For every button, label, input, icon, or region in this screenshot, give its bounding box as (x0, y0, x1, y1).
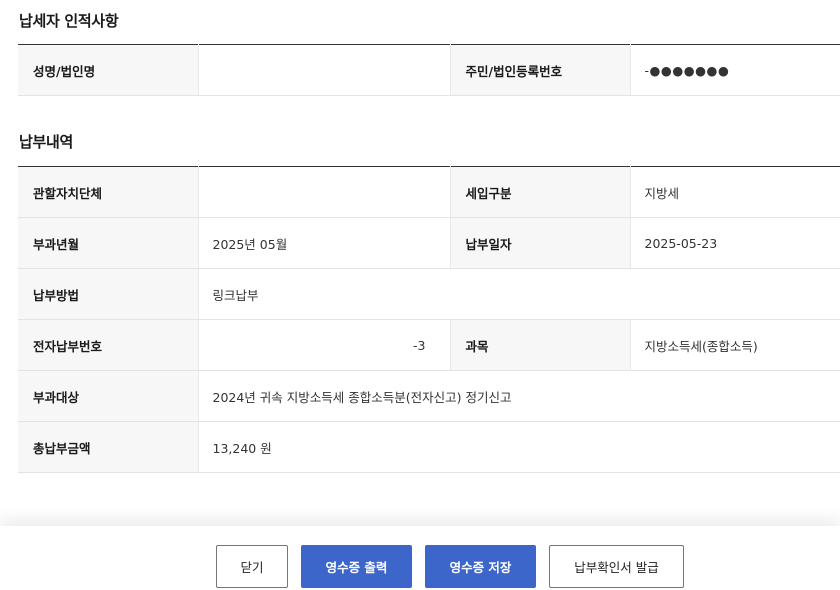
tax-type-label: 세입구분 (450, 166, 631, 218)
target-label: 부과대상 (18, 370, 199, 422)
taxpayer-table: 성명/법인명 주민/법인등록번호 -●●●●●●● (18, 44, 840, 96)
epay-number-label: 전자납부번호 (18, 319, 199, 371)
pay-date-label: 납부일자 (450, 217, 631, 269)
payment-table: 관할자치단체 세입구분 지방세 부과년월 2025년 05월 납부일자 2025… (18, 166, 840, 473)
table-row: 부과년월 2025년 05월 납부일자 2025-05-23 (18, 217, 840, 269)
name-value (198, 44, 451, 96)
table-row: 성명/법인명 주민/법인등록번호 -●●●●●●● (18, 44, 840, 96)
table-row: 납부방법 링크납부 (18, 268, 840, 320)
id-number-value: -●●●●●●● (630, 44, 840, 96)
total-amount-label: 총납부금액 (18, 421, 199, 473)
table-row: 부과대상 2024년 귀속 지방소득세 종합소득분(전자신고) 정기신고 (18, 370, 840, 422)
method-value: 링크납부 (198, 268, 840, 320)
table-row: 관할자치단체 세입구분 지방세 (18, 166, 840, 218)
item-label: 과목 (450, 319, 631, 371)
levy-month-value: 2025년 05월 (198, 217, 451, 269)
table-row: 전자납부번호 -3 과목 지방소득세(종합소득) (18, 319, 840, 371)
name-label: 성명/법인명 (18, 44, 199, 96)
close-button[interactable]: 닫기 (216, 545, 288, 588)
id-number-label: 주민/법인등록번호 (450, 44, 631, 96)
total-amount-value: 13,240 원 (198, 421, 840, 473)
levy-month-label: 부과년월 (18, 217, 199, 269)
print-receipt-button[interactable]: 영수증 출력 (301, 545, 412, 588)
save-receipt-button[interactable]: 영수증 저장 (425, 545, 536, 588)
issue-confirmation-button[interactable]: 납부확인서 발급 (549, 545, 684, 588)
target-value: 2024년 귀속 지방소득세 종합소득분(전자신고) 정기신고 (198, 370, 840, 422)
jurisdiction-value (198, 166, 451, 218)
footer-button-bar: 닫기 영수증 출력 영수증 저장 납부확인서 발급 (0, 526, 840, 590)
item-value: 지방소득세(종합소득) (630, 319, 840, 371)
method-label: 납부방법 (18, 268, 199, 320)
epay-number-value: -3 (198, 319, 451, 371)
tax-type-value: 지방세 (630, 166, 840, 218)
taxpayer-section-title: 납세자 인적사항 (19, 12, 119, 30)
payment-section-title: 납부내역 (19, 133, 74, 151)
pay-date-value: 2025-05-23 (630, 217, 840, 269)
jurisdiction-label: 관할자치단체 (18, 166, 199, 218)
table-row: 총납부금액 13,240 원 (18, 421, 840, 473)
